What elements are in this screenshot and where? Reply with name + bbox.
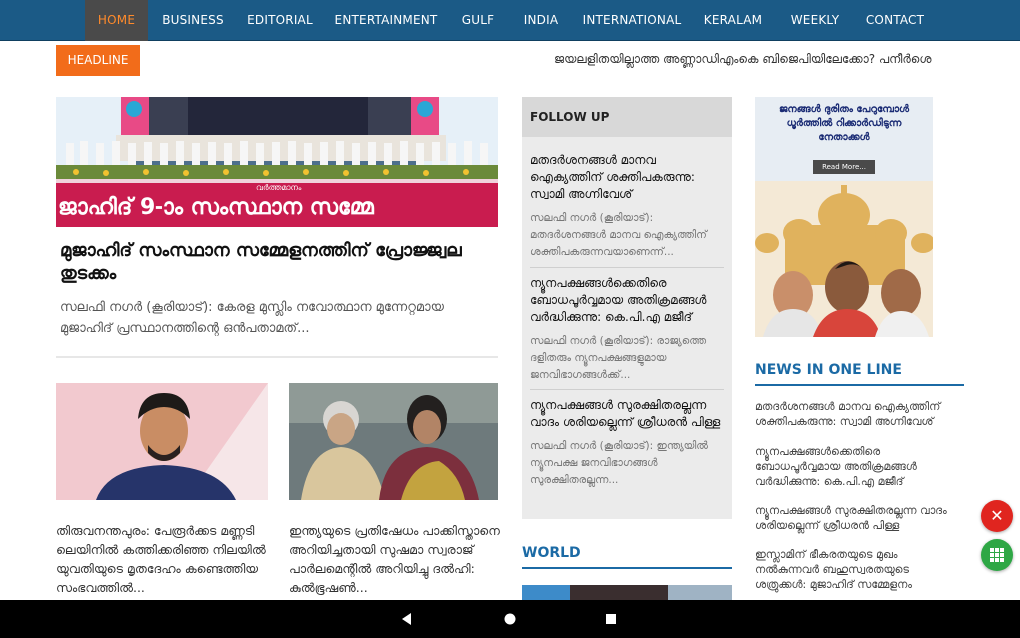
close-icon: ✕ [990, 506, 1004, 525]
follow-up-separator [530, 267, 724, 268]
home-icon[interactable] [504, 613, 516, 625]
follow-up-title-1[interactable]: മതദർശനങ്ങൾ മാനവ ഐക്യത്തിന് ശക്തിപകരുന്നു… [530, 152, 726, 203]
news-in-one-line-item[interactable]: ഇസ്ലാമിന് ഭീകരതയുടെ മുഖം നൽകുന്നവർ ബഹുസ്… [755, 547, 960, 592]
close-button[interactable]: ✕ [981, 500, 1013, 532]
advertisement[interactable]: ജനങ്ങൾ ദുരിതം പേറുമ്പോൾ ധൂർത്തിൽ റിക്കാർ… [755, 97, 933, 337]
news-in-one-line-item[interactable]: മതദർശനങ്ങൾ മാനവ ഐക്യത്തിന് ശക്തിപകരുന്നു… [755, 399, 960, 429]
nav-home[interactable]: HOME [85, 0, 148, 41]
follow-up-heading: FOLLOW UP [522, 97, 732, 137]
news-in-one-line-heading: NEWS IN ONE LINE [755, 362, 902, 378]
menu-grid-button[interactable] [981, 539, 1013, 571]
ad-read-more-button[interactable]: Read More... [813, 160, 875, 174]
follow-up-separator [530, 389, 724, 390]
nav-contact[interactable]: CONTACT [862, 0, 928, 41]
grid-icon [990, 548, 1004, 562]
card-text-1[interactable]: തിരുവനന്തപുരം: പേരൂർക്കട മണ്ണടി ലെയിനിൽ … [56, 521, 268, 597]
nav-keralam[interactable]: KERALAM [700, 0, 766, 41]
follow-up-panel: FOLLOW UP മതദർശനങ്ങൾ മാനവ ഐക്യത്തിന് ശക്… [522, 97, 732, 519]
system-navigation-bar [0, 600, 1020, 638]
news-in-one-line-item[interactable]: ന്യൂനപക്ഷങ്ങൾക്കെതിരെ ബോധപൂർവ്വമായ അതിക്… [755, 444, 960, 489]
hero-excerpt: സലഫി നഗർ (കൂരിയാട്): കേരള മുസ്ലിം നവോത്ഥ… [60, 300, 444, 336]
ad-headline: ജനങ്ങൾ ദുരിതം പേറുമ്പോൾ ധൂർത്തിൽ റിക്കാർ… [778, 104, 910, 143]
back-icon[interactable] [401, 613, 413, 625]
nav-india[interactable]: INDIA [518, 0, 564, 41]
news-in-one-line-item[interactable]: ന്യൂനപക്ഷങ്ങൾ സുരക്ഷിതരല്ലന്ന വാദം ശരിയല… [755, 503, 960, 533]
top-navigation: HOME BUSINESS EDITORIAL ENTERTAINMENT GU… [0, 0, 1020, 41]
hero-title[interactable]: മുജാഹിദ് സംസ്ഥാന സമ്മേളനത്തിന് പ്രോജ്ജ്വ… [60, 239, 490, 285]
world-image[interactable] [522, 585, 732, 600]
follow-up-title-2[interactable]: ന്യൂനപക്ഷങ്ങൾക്കെതിരെ ബോധപൂർവ്വമായ അതിക്… [530, 275, 726, 326]
headline-label: HEADLINE [56, 45, 140, 76]
follow-up-excerpt-1: സലഫി നഗർ (കൂരിയാട്): മതദർശനങ്ങൾ മാനവ ഐക്… [530, 212, 707, 258]
news-in-one-line-underline [755, 384, 964, 386]
world-heading: WORLD [522, 545, 581, 561]
headline-ticker[interactable]: ജയലളിതയില്ലാത്ത അണ്ണാഡിഎംകെ ബിജെപിയിലേക്… [554, 52, 958, 70]
follow-up-excerpt-3: സലഫി നഗർ (കൂരിയാട്): ഇന്ത്യയിൽ ന്യൂനപക്ഷ… [530, 440, 708, 486]
banner-logo: വർത്തമാനം [256, 183, 302, 192]
nav-business[interactable]: BUSINESS [156, 0, 230, 41]
card-image-2[interactable] [289, 383, 498, 500]
nav-weekly[interactable]: WEEKLY [784, 0, 846, 41]
nav-editorial[interactable]: EDITORIAL [244, 0, 316, 41]
nav-international[interactable]: INTERNATIONAL [580, 0, 684, 41]
banner-text: ജാഹിദ് 9-ാം സംസ്ഥാന സമ്മേ [58, 195, 374, 220]
world-underline [522, 567, 732, 569]
follow-up-excerpt-2: സലഫി നഗർ (കൂരിയാട്): രാജ്യത്തെ ദളിതരും ന… [530, 335, 707, 381]
card-image-1[interactable] [56, 383, 268, 500]
nav-gulf[interactable]: GULF [456, 0, 500, 41]
card-text-2[interactable]: ഇന്ത്യയുടെ പ്രതിഷേധം പാക്കിസ്താനെ അറിയിച… [289, 521, 501, 597]
recents-icon[interactable] [606, 614, 616, 624]
follow-up-title-3[interactable]: ന്യൂനപക്ഷങ്ങൾ സുരക്ഷിതരല്ലന്ന വാദം ശരിയല… [530, 397, 726, 431]
hero-image[interactable]: വർത്തമാനം ജാഹിദ് 9-ാം സംസ്ഥാന സമ്മേ [56, 97, 498, 227]
nav-entertainment[interactable]: ENTERTAINMENT [330, 0, 442, 41]
divider [56, 356, 498, 358]
